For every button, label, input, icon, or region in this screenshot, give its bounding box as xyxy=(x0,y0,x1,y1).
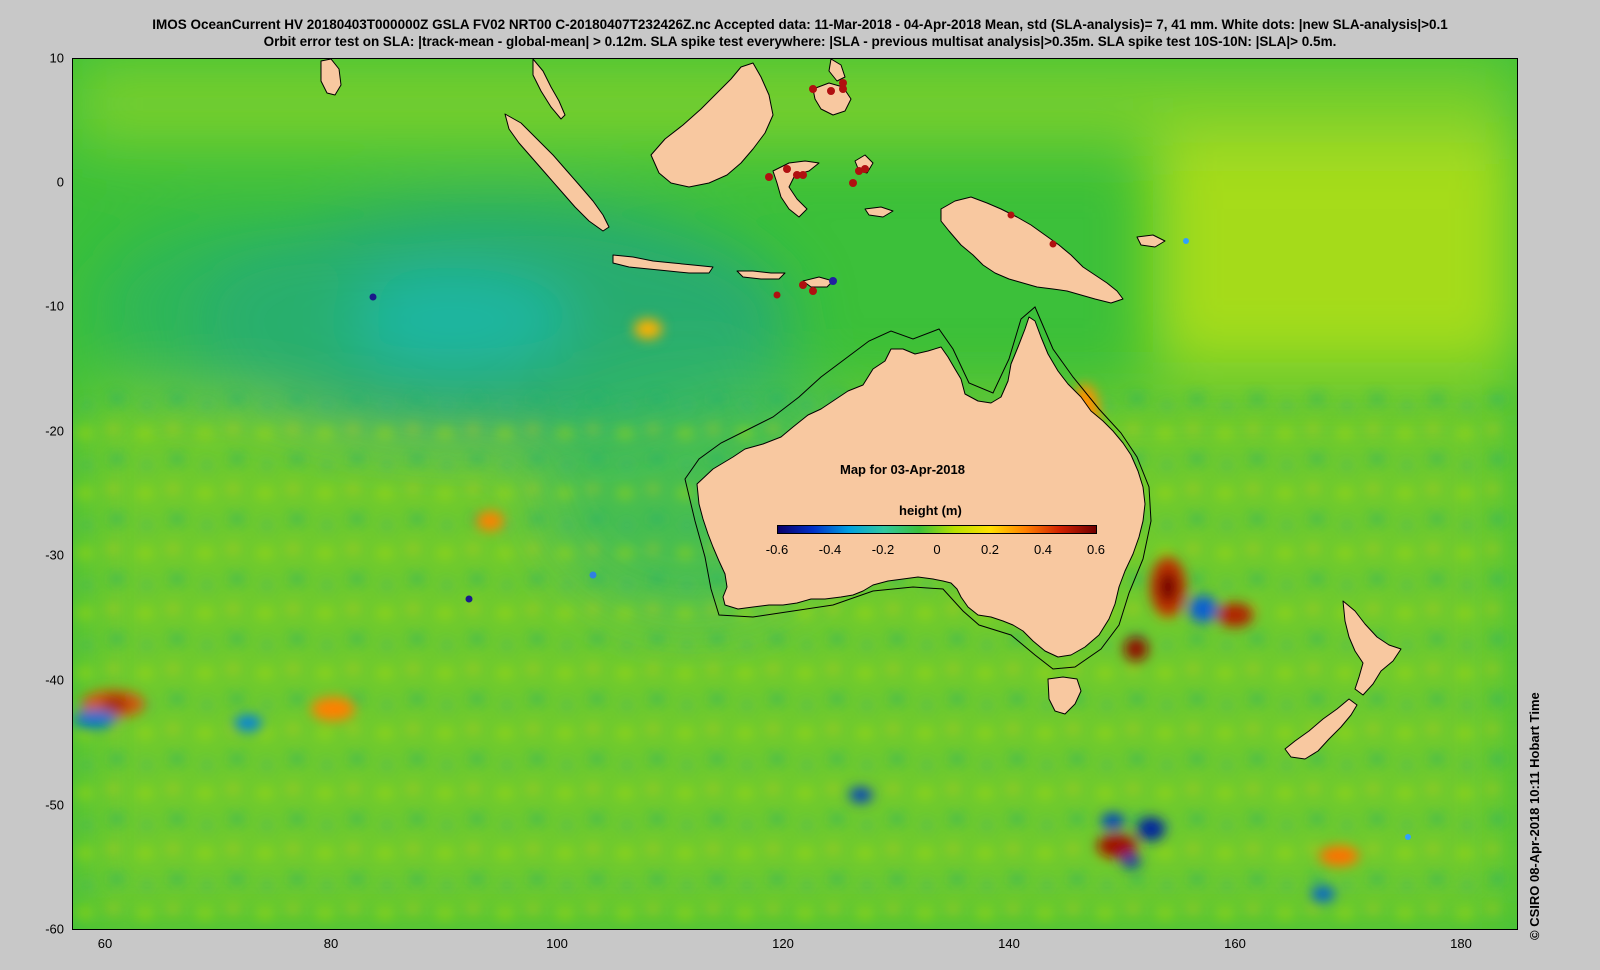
lon-tick-140: 140 xyxy=(998,936,1020,951)
map-date-label: Map for 03-Apr-2018 xyxy=(840,462,965,477)
colorbar-tick-0-6: 0.6 xyxy=(1086,542,1106,557)
colorbar-tick-0: 0 xyxy=(933,542,941,557)
colorbar-tick-0-2: 0.2 xyxy=(980,542,1000,557)
lon-tick-180: 180 xyxy=(1450,936,1472,951)
lat-tick-minus-30: -30 xyxy=(45,547,64,563)
lon-tick-120: 120 xyxy=(772,936,794,951)
header-line-1: IMOS OceanCurrent HV 20180403T000000Z GS… xyxy=(152,17,1448,32)
lon-tick-80: 80 xyxy=(323,936,339,951)
copyright-timestamp: © CSIRO 08-Apr-2018 10:11 Hobart Time xyxy=(1527,692,1542,940)
colorbar-tick-minus-0-2: -0.2 xyxy=(871,542,895,557)
map-header: IMOS OceanCurrent HV 20180403T000000Z GS… xyxy=(0,16,1600,50)
colorbar xyxy=(777,525,1097,534)
lat-tick-0: 0 xyxy=(56,174,64,190)
lat-tick-minus-10: -10 xyxy=(45,298,64,314)
lat-tick-minus-50: -50 xyxy=(45,797,64,813)
colorbar-title: height (m) xyxy=(899,503,962,518)
lon-tick-100: 100 xyxy=(546,936,568,951)
header-line-2: Orbit error test on SLA: |track-mean - g… xyxy=(263,34,1337,49)
map-canvas xyxy=(73,59,1517,929)
colorbar-tick-minus-0-6: -0.6 xyxy=(765,542,789,557)
lat-tick-10: 10 xyxy=(49,50,64,66)
lon-tick-60: 60 xyxy=(97,936,113,951)
colorbar-tick-0-4: 0.4 xyxy=(1033,542,1053,557)
lon-tick-160: 160 xyxy=(1224,936,1246,951)
sea-level-anomaly-map xyxy=(72,58,1518,930)
lat-tick-minus-20: -20 xyxy=(45,423,64,439)
lat-tick-minus-60: -60 xyxy=(45,921,64,937)
colorbar-tick-minus-0-4: -0.4 xyxy=(818,542,842,557)
lat-tick-minus-40: -40 xyxy=(45,672,64,688)
